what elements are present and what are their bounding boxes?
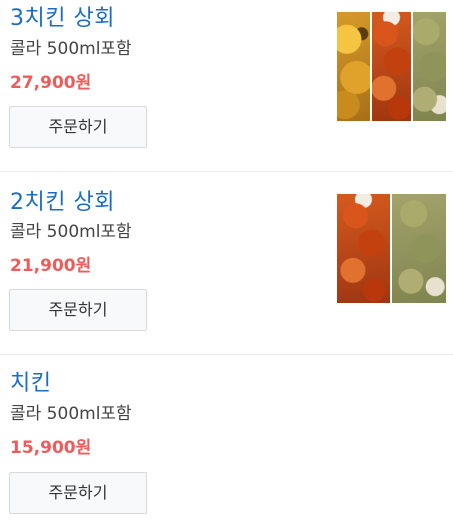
menu-item-description: 콜라 500ml포함 [10, 222, 132, 242]
menu-item-description: 콜라 500ml포함 [10, 39, 132, 59]
order-button[interactable]: 주문하기 [9, 289, 147, 331]
menu-item-price: 15,900원 [10, 438, 92, 458]
fried-chicken-photo-strip [337, 12, 370, 121]
spicy-chicken-photo-strip [337, 194, 390, 303]
menu-item-name[interactable]: 2치킨 상회 [10, 188, 115, 218]
menu-item-name[interactable]: 치킨 [10, 369, 51, 399]
menu-item-description: 콜라 500ml포함 [10, 404, 132, 424]
order-button[interactable]: 주문하기 [9, 106, 147, 148]
menu-list: 3치킨 상회 콜라 500ml포함 27,900원 주문하기 2치킨 상회 콜라… [0, 0, 453, 531]
menu-item-3-chicken[interactable]: 3치킨 상회 콜라 500ml포함 27,900원 주문하기 [0, 0, 453, 172]
menu-item-price: 21,900원 [10, 256, 92, 276]
menu-item-name[interactable]: 3치킨 상회 [10, 4, 115, 34]
green-onion-chicken-photo-strip [390, 194, 446, 303]
menu-item-price: 27,900원 [10, 73, 92, 93]
green-onion-chicken-photo-strip [411, 12, 446, 121]
spicy-chicken-photo-strip [370, 12, 411, 121]
menu-item-chicken[interactable]: 치킨 콜라 500ml포함 15,900원 주문하기 [0, 355, 453, 531]
menu-item-2-chicken[interactable]: 2치킨 상회 콜라 500ml포함 21,900원 주문하기 [0, 172, 453, 355]
two-chicken-combo-photo[interactable] [337, 194, 446, 303]
order-button[interactable]: 주문하기 [9, 472, 147, 514]
three-chicken-combo-photo[interactable] [337, 12, 446, 121]
